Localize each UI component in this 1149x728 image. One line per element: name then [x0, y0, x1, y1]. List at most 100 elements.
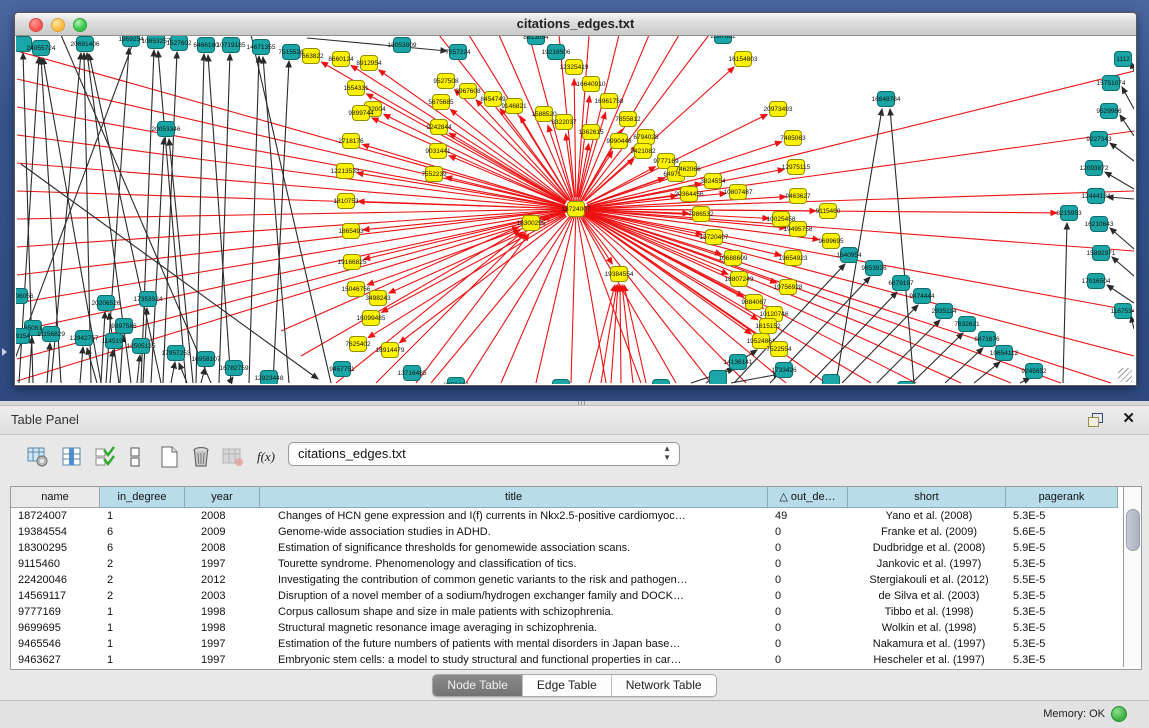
- graph-node[interactable]: 19218506: [542, 45, 571, 60]
- graph-node[interactable]: 7522554: [766, 342, 792, 357]
- graph-node[interactable]: [823, 375, 840, 385]
- graph-node[interactable]: 6679197: [888, 276, 914, 291]
- table-cell[interactable]: 0: [768, 572, 845, 588]
- graph-node[interactable]: 12923448: [255, 371, 284, 385]
- table-cell[interactable]: Embryonic stem cells: a model to study s…: [260, 652, 776, 668]
- table-cell[interactable]: 2: [100, 588, 182, 604]
- new-table-icon[interactable]: [156, 444, 182, 470]
- tab-network-table[interactable]: Network Table: [612, 675, 716, 696]
- table-cell[interactable]: 9777169: [11, 604, 97, 620]
- table-cell[interactable]: 0: [768, 620, 845, 636]
- graph-node[interactable]: 10807487: [724, 185, 753, 200]
- graph-edge[interactable]: [1107, 285, 1134, 303]
- table-cell[interactable]: 5.3E-5: [1006, 620, 1115, 636]
- table-cell[interactable]: 0: [768, 556, 845, 572]
- table-selector-dropdown[interactable]: citations_edges.txt ▲▼: [288, 442, 680, 466]
- graph-node[interactable]: 39154: [16, 329, 30, 344]
- table-cell[interactable]: Franke et al. (2009): [848, 524, 1003, 540]
- table-cell[interactable]: 6: [100, 524, 182, 540]
- float-panel-icon[interactable]: [1088, 413, 1103, 427]
- table-row[interactable]: 1830029562008Estimation of significance …: [11, 540, 1118, 556]
- graph-edge[interactable]: [196, 54, 204, 383]
- table-cell[interactable]: 9465546: [11, 636, 97, 652]
- graph-node[interactable]: 2967608: [455, 84, 481, 99]
- table-cell[interactable]: 2012: [185, 572, 266, 588]
- table-cell[interactable]: Hescheler et al. (1997): [848, 652, 1003, 668]
- graph-edge[interactable]: [17, 209, 576, 247]
- memory-status-indicator[interactable]: [1111, 706, 1127, 722]
- column-header-title[interactable]: title: [260, 487, 768, 508]
- scrollbar-thumb[interactable]: [1126, 509, 1140, 551]
- graph-edge[interactable]: [47, 343, 50, 383]
- graph-node[interactable]: [553, 380, 570, 385]
- table-cell[interactable]: de Silva et al. (2003): [848, 588, 1003, 604]
- graph-node[interactable]: 9527508: [433, 74, 459, 89]
- table-cell[interactable]: 0: [768, 540, 845, 556]
- tab-edge-table[interactable]: Edge Table: [523, 675, 612, 696]
- graph-node[interactable]: 9115460: [816, 204, 841, 219]
- table-cell[interactable]: 19384554: [11, 524, 97, 540]
- graph-edge[interactable]: [945, 348, 983, 383]
- table-cell[interactable]: 0: [768, 636, 845, 652]
- graph-edge[interactable]: [576, 209, 641, 383]
- table-cell[interactable]: 22420046: [11, 572, 97, 588]
- graph-node[interactable]: 7857224: [445, 45, 471, 60]
- window-resize-grip[interactable]: [1118, 368, 1132, 382]
- network-graph-canvas[interactable]: 1872400776638228660124891295416543312342…: [16, 36, 1134, 384]
- table-cell[interactable]: 0: [768, 604, 845, 620]
- graph-node[interactable]: 2450412: [443, 378, 469, 385]
- table-cell[interactable]: 0: [768, 588, 845, 604]
- column-visibility-icon[interactable]: [59, 444, 85, 470]
- close-panel-icon[interactable]: ✕: [1122, 410, 1135, 428]
- graph-edge[interactable]: [877, 320, 940, 383]
- table-cell[interactable]: Investigating the contribution of common…: [260, 572, 776, 588]
- splitter-grip-icon[interactable]: [578, 401, 586, 405]
- graph-node[interactable]: 2935114: [932, 304, 957, 319]
- graph-node[interactable]: 3498243: [365, 291, 391, 306]
- graph-node[interactable]: 2718176: [338, 134, 364, 149]
- graph-node[interactable]: 9397586: [111, 319, 137, 334]
- table-cell[interactable]: 2003: [185, 588, 266, 604]
- table-cell[interactable]: 5.5E-5: [1006, 572, 1115, 588]
- table-cell[interactable]: 5.3E-5: [1006, 636, 1115, 652]
- graph-edge[interactable]: [1110, 143, 1134, 161]
- graph-node[interactable]: 1733426: [771, 363, 797, 378]
- table-cell[interactable]: Jankovic et al. (1997): [848, 556, 1003, 572]
- table-row[interactable]: 911546021997Tourette syndrome. Phenomeno…: [11, 556, 1118, 572]
- graph-edge[interactable]: [368, 215, 566, 337]
- select-all-icon[interactable]: [92, 444, 118, 470]
- table-cell[interactable]: 1997: [185, 636, 266, 652]
- graph-node[interactable]: 7485063: [780, 131, 806, 146]
- graph-node[interactable]: 7855812: [615, 112, 641, 127]
- graph-edge[interactable]: [137, 355, 140, 383]
- graph-edge[interactable]: [80, 347, 83, 383]
- graph-node[interactable]: [710, 371, 727, 385]
- graph-edge[interactable]: [101, 312, 105, 383]
- graph-node[interactable]: 8322037: [551, 115, 577, 130]
- graph-edge[interactable]: [201, 368, 205, 383]
- graph-edge[interactable]: [17, 209, 576, 331]
- graph-edge[interactable]: [1110, 228, 1134, 249]
- graph-edge[interactable]: [219, 54, 230, 383]
- graph-node[interactable]: 8813054: [523, 36, 549, 45]
- graph-node[interactable]: 16648784: [872, 92, 901, 107]
- graph-node[interactable]: 16782759: [220, 361, 249, 376]
- graph-node[interactable]: 9884067: [741, 295, 767, 310]
- graph-node[interactable]: 1112: [1115, 52, 1132, 67]
- graph-node[interactable]: 20973493: [764, 102, 793, 117]
- citation-network-graph[interactable]: 1872400776638228660124891295416543312342…: [16, 36, 1134, 384]
- table-cell[interactable]: 2009: [185, 524, 266, 540]
- graph-node[interactable]: 9853926: [861, 261, 887, 276]
- graph-node[interactable]: 16154803: [729, 52, 758, 67]
- graph-node[interactable]: 6466160: [193, 38, 219, 53]
- table-cell[interactable]: Tourette syndrome. Phenomenology and cla…: [260, 556, 776, 572]
- graph-edge[interactable]: [589, 285, 615, 383]
- graph-node[interactable]: 8215953: [1056, 206, 1082, 221]
- graph-edge[interactable]: [416, 234, 529, 383]
- column-header-in_degree[interactable]: in_degree: [100, 487, 185, 508]
- graph-node[interactable]: 8660124: [328, 52, 354, 67]
- table-cell[interactable]: 49: [768, 508, 845, 524]
- table-cell[interactable]: 6: [100, 540, 182, 556]
- graph-node[interactable]: 9474444: [909, 289, 935, 304]
- graph-node[interactable]: 9227343: [1086, 132, 1112, 147]
